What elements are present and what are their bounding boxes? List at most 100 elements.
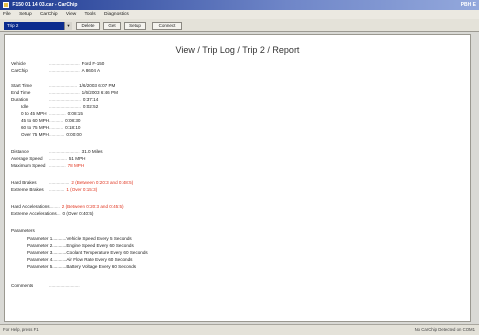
row-value: 1 (Over 0:15:3) [66,187,98,192]
menu-carchip[interactable]: CarChip [40,12,58,17]
row-label: Comments [11,283,34,288]
row-value: 2 (Between 0:20:3 and 0:48:5) [71,180,134,185]
row-duration: Duration......................... 0:37:14 [11,97,98,103]
toolbar: Trip 2 ▼ Delete Get Setup Connect [0,19,479,32]
row-dots: ...................... [49,83,78,88]
parameter-row: Parameter 4...........Air Flow Rate Ever… [27,257,132,263]
menu-diagnostics[interactable]: Diagnostics [104,12,129,17]
row-value: Battery Voltage Every 60 Seconds [66,264,137,269]
window-title: F150 01 14 03.car - CarChip [12,2,78,8]
row-label: Duration [11,97,29,102]
row-value: 1/6/2003 6:07 PM [79,83,116,88]
row-value: Vehicle Speed Every 5 Seconds [66,236,132,241]
row-value: 2 (Between 0:20:3 and 0:45:5) [61,204,124,209]
parameter-row: Parameter 5...........Battery Voltage Ev… [27,264,136,270]
row-value: 0 (Over 0:40:5) [62,211,94,216]
row-label: Parameter 1 [27,236,53,241]
row-dots: ........... [52,236,67,241]
parameters-heading: Parameters [11,228,35,233]
row-dots: ........................ [49,90,80,95]
row-dots: ... [56,211,61,216]
row-value: 1/6/2003 6:46 PM [81,90,118,95]
row-label: Parameter 3 [27,250,53,255]
row-label: CarChip [11,68,28,73]
row-label: Vehicle [11,61,26,66]
row-value: Air Flow Rate Every 60 Seconds [66,257,133,262]
get-button[interactable]: Get [103,22,121,30]
connect-button[interactable]: Connect [152,22,182,30]
menu-setup[interactable]: Setup [19,12,32,17]
row-value: A 8604 A [81,68,101,73]
row-hard-brakes: Hard Brakes................ 2 (Between 0:… [11,180,133,186]
menu-file[interactable]: File [3,12,11,17]
row-value: 51 MPH [68,156,86,161]
row-value: 0:00:00 [66,132,82,137]
row-dots: ................ [49,180,70,185]
app-icon [3,1,9,8]
delete-button[interactable]: Delete [76,22,100,30]
row-label: Parameter 5 [27,264,53,269]
row-label: Hard Accelerations [11,204,50,209]
row-dots: ........... [49,118,64,123]
parameter-row: Parameter 3...........Coolant Temperatur… [27,250,148,256]
report-panel: View / Trip Log / Trip 2 / Report Vehicl… [4,34,471,322]
row-value: Engine Speed Every 60 Seconds [66,243,134,248]
menu-view[interactable]: View [66,12,76,17]
row-label: Over 75 MPH [21,132,49,137]
row-label: 45 to 60 MPH [21,118,50,123]
trip-select[interactable]: Trip 2 ▼ [4,22,72,30]
chevron-down-icon[interactable]: ▼ [64,22,72,30]
trip-select-value: Trip 2 [7,23,19,28]
row-value: 0:02:52 [82,104,99,109]
row-label: Hard Brakes [11,180,37,185]
title-right-text: PBH E [460,2,476,8]
row-dots: ........................ [49,68,80,73]
row-dots: ........... [52,257,67,262]
row-dots: ........... [49,125,64,130]
row-dots: ........... [52,250,67,255]
row-value: 31.0 Miles [81,149,103,154]
row-duration-idle: Idle......................... 0:02:52 [21,104,98,110]
row-value: 0:08:15 [67,111,83,116]
menu-bar: File Setup CarChip View Tools Diagnostic… [0,10,479,19]
row-label: Idle [21,104,29,109]
row-duration-0-45: 0 to 45 MPH............. 0:08:15 [21,111,83,117]
row-dots: .............. [49,156,67,161]
row-dots: ........................ [49,283,80,288]
row-maximum-speed: Maximum Speed............. 78 MPH [11,163,84,169]
row-dots: ........................ [49,149,80,154]
row-value: 0:37:14 [82,97,99,102]
row-label: Extreme Accelerations [11,211,57,216]
row-dots: ........... [52,264,67,269]
row-dots: ............. [49,163,66,168]
row-extreme-brakes: Extreme Brakes............ 1 (Over 0:15:3… [11,187,97,193]
row-label: 60 to 75 MPH [21,125,50,130]
row-comments: Comments........................ [11,283,80,289]
status-bar: For Help, press F1 No CarChip Detected o… [0,324,479,335]
row-duration-45-60: 45 to 60 MPH........... 0:08:30 [21,118,80,124]
setup-button[interactable]: Setup [124,22,146,30]
row-duration-60-75: 60 to 75 MPH........... 0:18:10 [21,125,80,131]
menu-tools[interactable]: Tools [84,12,95,17]
row-value: Coolant Temperature Every 60 Seconds [66,250,148,255]
row-dots: ........... [52,243,67,248]
title-bar: F150 01 14 03.car - CarChip PBH E [0,0,479,10]
row-carchip: CarChip........................ A 8604 A [11,68,100,74]
row-dots: ......................... [49,97,81,102]
row-label: Maximum Speed [11,163,46,168]
row-label: End Time [11,90,31,95]
row-duration-over-75: Over 75 MPH............ 0:00:00 [21,132,82,138]
row-value: 0:08:30 [65,118,81,123]
row-dots: ........ [49,204,60,209]
row-value: 0:18:10 [65,125,81,130]
row-start-time: Start Time...................... 1/6/2003… [11,83,115,89]
row-average-speed: Average Speed.............. 51 MPH [11,156,85,162]
row-hard-accelerations: Hard Accelerations........ 2 (Between 0:2… [11,204,124,210]
parameter-row: Parameter 2...........Engine Speed Every… [27,243,134,249]
status-help-text: For Help, press F1 [3,327,39,332]
row-dots: ............. [49,111,66,116]
app-window: F150 01 14 03.car - CarChip PBH E File S… [0,0,479,335]
status-connection-text: No CarChip Detected on COM1 [414,327,475,332]
row-value: 78 MPH [67,163,85,168]
parameter-row: Parameter 1...........Vehicle Speed Ever… [27,236,132,242]
